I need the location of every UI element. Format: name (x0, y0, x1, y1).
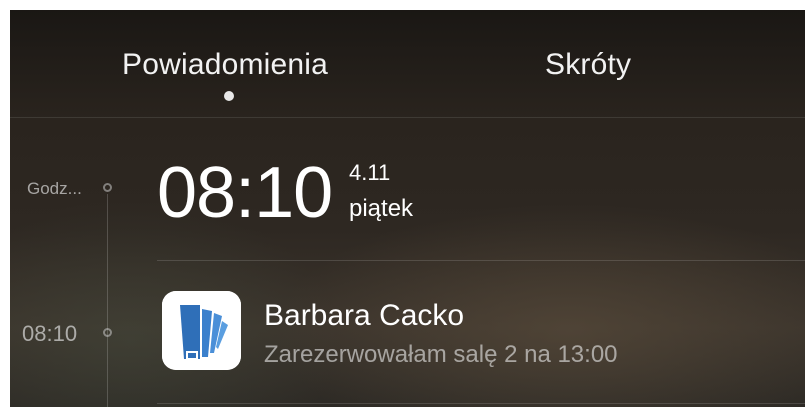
timeline-clock-label: Godz... (27, 179, 82, 198)
timeline-node-notification (103, 328, 112, 337)
clock-date: 4.11 (349, 160, 391, 185)
tab-notifications[interactable]: Powiadomienia (122, 48, 328, 82)
header-divider (10, 117, 805, 118)
timeline-notification-time: 08:10 (22, 321, 78, 346)
notification-card[interactable]: Barbara Cacko Zarezerwowałam salę 2 na 1… (157, 261, 805, 403)
tab-shortcuts[interactable]: Skróty (545, 48, 631, 82)
clock-time[interactable]: 08:10 (157, 153, 333, 233)
notification-divider-bottom (157, 403, 805, 404)
notification-shade: Powiadomienia Skróty Godz... 08:10 08:10… (10, 10, 805, 407)
active-tab-indicator (224, 91, 234, 101)
notification-message: Zarezerwowałam salę 2 na 13:00 (264, 341, 618, 368)
clock-weekday: piątek (349, 195, 414, 222)
timeline-line (107, 194, 108, 407)
tab-bar: Powiadomienia Skróty (10, 10, 805, 117)
notes-app-icon (162, 291, 241, 370)
notification-sender: Barbara Cacko (264, 299, 465, 332)
timeline-node-clock (103, 183, 112, 192)
